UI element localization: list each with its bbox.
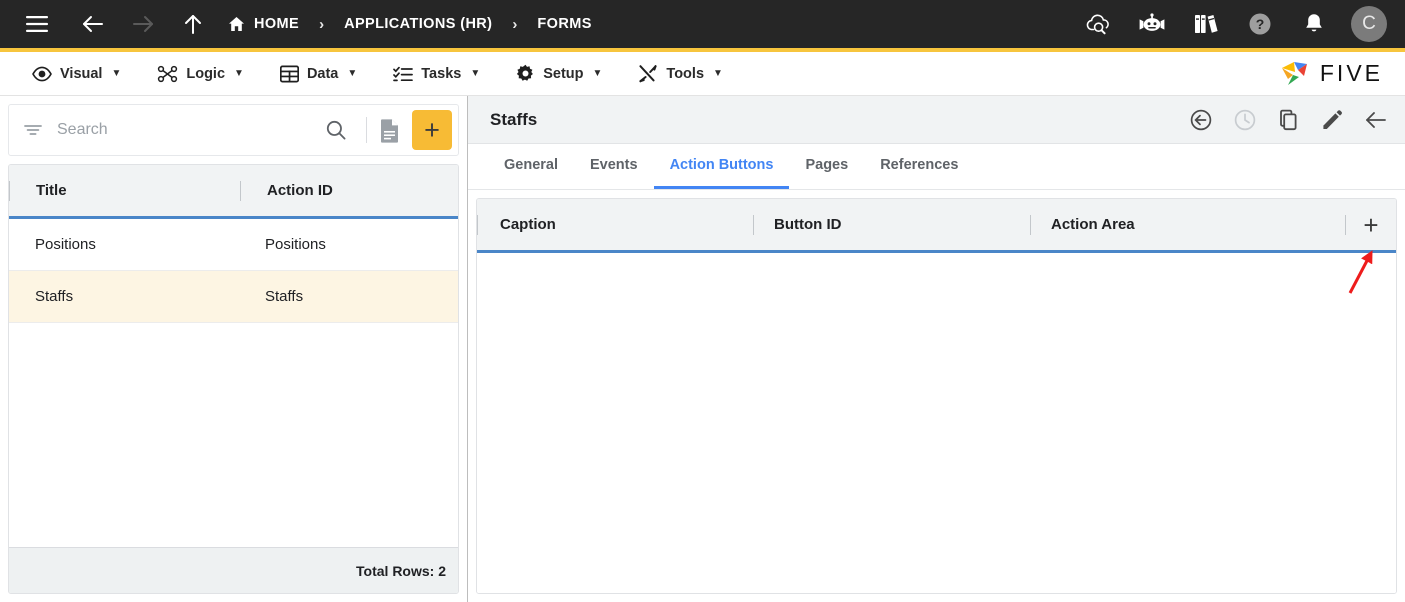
cell-action-id: Positions <box>239 236 458 253</box>
search-input[interactable] <box>57 121 313 139</box>
action-buttons-grid-header: Caption Button ID Action Area + <box>477 199 1396 253</box>
hamburger-icon[interactable] <box>20 7 54 41</box>
menu-item-tasks-label: Tasks <box>421 66 461 82</box>
topbar-action-icons: ? C <box>1081 6 1387 42</box>
search-icon[interactable] <box>313 119 359 141</box>
eye-icon <box>32 66 52 82</box>
cloud-search-icon[interactable] <box>1081 7 1115 41</box>
detail-header-actions <box>1189 108 1389 132</box>
workspace: + Title Action ID Positions Positions St… <box>0 96 1405 602</box>
cell-title: Staffs <box>9 288 239 305</box>
table-row[interactable]: Positions Positions <box>9 219 458 271</box>
back-arrow-icon[interactable] <box>1363 108 1389 132</box>
library-books-icon[interactable] <box>1189 7 1223 41</box>
filter-icon[interactable] <box>23 122 43 138</box>
chevron-down-icon: ▼ <box>713 68 723 79</box>
form-detail-panel: Staffs <box>468 96 1405 602</box>
page-title: Staffs <box>490 110 537 130</box>
tab-general[interactable]: General <box>488 144 574 189</box>
svg-text:?: ? <box>1256 16 1265 32</box>
forms-grid: Title Action ID Positions Positions Staf… <box>8 164 459 594</box>
menu-item-setup-label: Setup <box>543 66 583 82</box>
avatar[interactable]: C <box>1351 6 1387 42</box>
cell-action-id: Staffs <box>239 288 458 305</box>
action-buttons-grid-body <box>477 253 1396 593</box>
table-grid-icon <box>280 65 299 83</box>
tools-icon <box>638 64 658 83</box>
cell-title: Positions <box>9 236 239 253</box>
app-window: HOME › APPLICATIONS (HR) › FORMS <box>0 0 1405 602</box>
revert-icon[interactable] <box>1189 108 1213 132</box>
home-icon <box>228 16 245 32</box>
forms-grid-body: Positions Positions Staffs Staffs <box>9 219 458 547</box>
logic-nodes-icon <box>157 65 178 83</box>
application-menu-bar: Visual ▼ Logic ▼ <box>0 52 1405 96</box>
chevron-down-icon: ▼ <box>593 68 603 79</box>
detail-tabs: General Events Action Buttons Pages Refe… <box>468 144 1405 190</box>
notifications-bell-icon[interactable] <box>1297 7 1331 41</box>
five-pinwheel-icon <box>1279 59 1313 89</box>
tab-events[interactable]: Events <box>574 144 654 189</box>
menu-item-tasks[interactable]: Tasks ▼ <box>375 52 498 96</box>
chatbot-icon[interactable] <box>1135 7 1169 41</box>
breadcrumb-separator: › <box>319 16 324 33</box>
menu-item-logic[interactable]: Logic ▼ <box>139 52 262 96</box>
arrow-right-icon <box>126 7 160 41</box>
forms-grid-header: Title Action ID <box>9 165 458 219</box>
column-header-button-id[interactable]: Button ID <box>754 216 1030 233</box>
document-icon[interactable] <box>374 113 406 147</box>
chevron-down-icon: ▼ <box>470 68 480 79</box>
menu-item-setup[interactable]: Setup ▼ <box>498 52 620 96</box>
chevron-down-icon: ▼ <box>111 68 121 79</box>
breadcrumb-item-applications[interactable]: APPLICATIONS (HR) <box>344 16 492 32</box>
breadcrumb: HOME › APPLICATIONS (HR) › FORMS <box>228 16 592 33</box>
gear-icon <box>516 64 535 83</box>
action-buttons-grid: Caption Button ID Action Area + <box>476 198 1397 594</box>
chevron-down-icon: ▼ <box>347 68 357 79</box>
tab-pages[interactable]: Pages <box>789 144 864 189</box>
tab-action-buttons[interactable]: Action Buttons <box>654 144 790 189</box>
arrow-left-icon[interactable] <box>76 7 110 41</box>
menu-item-visual[interactable]: Visual ▼ <box>14 52 139 96</box>
breadcrumb-item-forms-label: FORMS <box>537 16 591 32</box>
five-logo: FIVE <box>1279 59 1383 89</box>
add-form-button[interactable]: + <box>412 110 452 150</box>
forms-list-panel: + Title Action ID Positions Positions St… <box>0 96 468 602</box>
tab-references[interactable]: References <box>864 144 974 189</box>
history-clock-icon <box>1233 108 1257 132</box>
menu-item-tools-label: Tools <box>666 66 704 82</box>
menu-item-data-label: Data <box>307 66 338 82</box>
five-logo-text: FIVE <box>1320 60 1383 87</box>
breadcrumb-separator-2: › <box>512 16 517 33</box>
breadcrumb-item-applications-label: APPLICATIONS (HR) <box>344 16 492 32</box>
chevron-down-icon: ▼ <box>234 68 244 79</box>
arrow-up-icon[interactable] <box>176 7 210 41</box>
column-header-caption[interactable]: Caption <box>478 216 753 233</box>
toolbar-divider <box>366 117 367 143</box>
table-row[interactable]: Staffs Staffs <box>9 271 458 323</box>
breadcrumb-item-home[interactable]: HOME <box>228 16 299 32</box>
total-rows-label: Total Rows: 2 <box>9 547 458 593</box>
breadcrumb-item-home-label: HOME <box>254 16 299 32</box>
menu-item-logic-label: Logic <box>186 66 225 82</box>
column-header-action-id[interactable]: Action ID <box>241 165 458 216</box>
top-navigation-bar: HOME › APPLICATIONS (HR) › FORMS <box>0 0 1405 48</box>
column-header-action-area[interactable]: Action Area <box>1031 216 1345 233</box>
menu-item-tools[interactable]: Tools ▼ <box>620 52 741 96</box>
menu-item-data[interactable]: Data ▼ <box>262 52 375 96</box>
column-header-title[interactable]: Title <box>10 165 240 216</box>
search-toolbar: + <box>8 104 459 156</box>
help-icon[interactable]: ? <box>1243 7 1277 41</box>
checklist-icon <box>393 65 413 83</box>
detail-header: Staffs <box>468 96 1405 144</box>
menu-item-visual-label: Visual <box>60 66 102 82</box>
breadcrumb-item-forms[interactable]: FORMS <box>537 16 591 32</box>
copy-icon[interactable] <box>1277 108 1300 132</box>
add-action-button[interactable]: + <box>1346 212 1396 238</box>
edit-pencil-icon[interactable] <box>1320 108 1343 132</box>
